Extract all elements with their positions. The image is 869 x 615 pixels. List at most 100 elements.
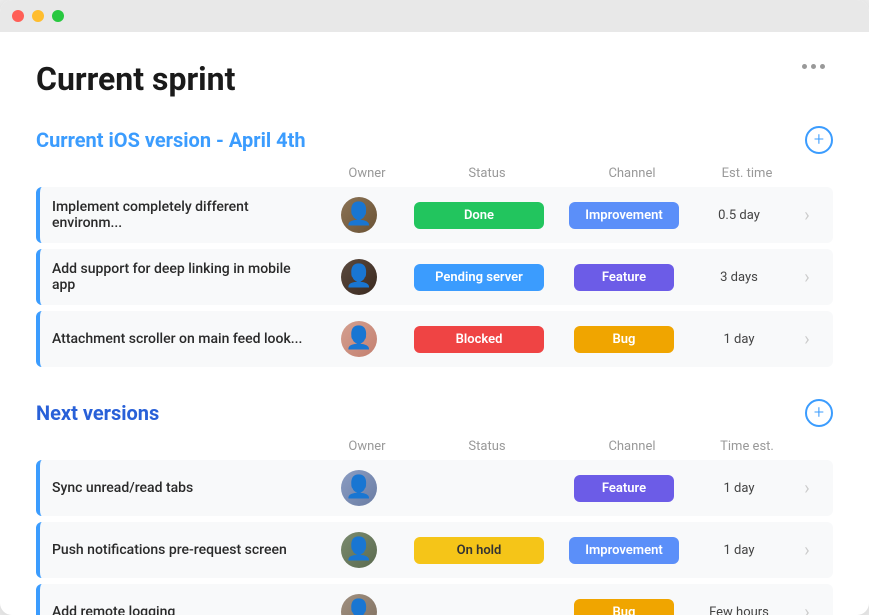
- col-task-header: [48, 166, 327, 181]
- row-action-button[interactable]: ›: [789, 478, 825, 499]
- avatar-face: [341, 197, 377, 233]
- task-label: Sync unread/read tabs: [40, 480, 319, 496]
- avatar-face: [341, 594, 377, 615]
- channel-badge[interactable]: Feature: [574, 475, 674, 502]
- row-action-button[interactable]: ›: [789, 329, 825, 350]
- time-cell: 1 day: [689, 332, 789, 347]
- owner-avatar: [319, 321, 399, 357]
- col-time-header: Est. time: [697, 166, 797, 181]
- row-action-button[interactable]: ›: [789, 602, 825, 615]
- minimize-button[interactable]: [32, 10, 44, 22]
- channel-cell: Bug: [559, 326, 689, 353]
- time-cell: 1 day: [689, 543, 789, 558]
- status-cell: [399, 606, 559, 615]
- channel-badge[interactable]: Improvement: [569, 537, 678, 564]
- time-cell: Few hours: [689, 605, 789, 615]
- channel-badge[interactable]: Bug: [574, 599, 674, 615]
- avatar: [341, 197, 377, 233]
- status-cell: [399, 482, 559, 494]
- avatar: [341, 594, 377, 615]
- status-badge[interactable]: On hold: [414, 537, 544, 564]
- status-badge: [414, 482, 544, 494]
- ios-add-button[interactable]: +: [805, 126, 833, 154]
- channel-cell: Bug: [559, 599, 689, 615]
- main-content: Current sprint Current iOS version - Apr…: [0, 32, 869, 615]
- dot3: [820, 64, 825, 69]
- table-row: Add support for deep linking in mobile a…: [36, 249, 833, 305]
- avatar-face: [341, 532, 377, 568]
- col-status-header: Status: [407, 439, 567, 454]
- col-owner-header: Owner: [327, 439, 407, 454]
- row-action-button[interactable]: ›: [789, 267, 825, 288]
- col-channel-header: Channel: [567, 166, 697, 181]
- avatar: [341, 470, 377, 506]
- maximize-button[interactable]: [52, 10, 64, 22]
- avatar-face: [341, 470, 377, 506]
- channel-badge[interactable]: Feature: [574, 264, 674, 291]
- owner-avatar: [319, 470, 399, 506]
- avatar: [341, 532, 377, 568]
- owner-avatar: [319, 197, 399, 233]
- channel-cell: Feature: [559, 264, 689, 291]
- col-task-header: [48, 439, 327, 454]
- page-header: Current sprint: [36, 60, 833, 98]
- table-row: Sync unread/read tabs Feature 1 day ›: [36, 460, 833, 516]
- ios-table-header: Owner Status Channel Est. time: [36, 166, 833, 187]
- task-label: Add support for deep linking in mobile a…: [40, 261, 319, 293]
- avatar: [341, 321, 377, 357]
- time-cell: 3 days: [689, 270, 789, 285]
- task-label: Push notifications pre-request screen: [40, 542, 319, 558]
- status-cell: Done: [399, 202, 559, 229]
- owner-avatar: [319, 532, 399, 568]
- task-label: Attachment scroller on main feed look...: [40, 331, 319, 347]
- avatar-face: [341, 259, 377, 295]
- status-cell: Pending server: [399, 264, 559, 291]
- task-label: Implement completely different environm.…: [40, 199, 319, 231]
- col-action-header: [797, 166, 833, 181]
- next-section-title: Next versions: [36, 401, 797, 425]
- app-window: Current sprint Current iOS version - Apr…: [0, 0, 869, 615]
- table-row: Push notifications pre-request screen On…: [36, 522, 833, 578]
- channel-badge[interactable]: Improvement: [569, 202, 678, 229]
- next-add-button[interactable]: +: [805, 399, 833, 427]
- channel-cell: Improvement: [559, 202, 689, 229]
- ios-section-title: Current iOS version - April 4th: [36, 128, 797, 152]
- owner-avatar: [319, 259, 399, 295]
- col-channel-header: Channel: [567, 439, 697, 454]
- more-options-button[interactable]: [794, 60, 833, 73]
- title-bar: [0, 0, 869, 32]
- row-action-button[interactable]: ›: [789, 540, 825, 561]
- avatar: [341, 259, 377, 295]
- status-badge[interactable]: Blocked: [414, 326, 544, 353]
- time-cell: 0.5 day: [689, 208, 789, 223]
- status-badge: [414, 606, 544, 615]
- table-row: Add remote logging Bug Few hours ›: [36, 584, 833, 615]
- status-badge[interactable]: Done: [414, 202, 544, 229]
- status-badge[interactable]: Pending server: [414, 264, 544, 291]
- page-title: Current sprint: [36, 60, 235, 98]
- next-section-header: Next versions +: [36, 399, 833, 427]
- channel-cell: Improvement: [559, 537, 689, 564]
- status-cell: Blocked: [399, 326, 559, 353]
- col-time-header: Time est.: [697, 439, 797, 454]
- col-action-header: [797, 439, 833, 454]
- time-cell: 1 day: [689, 481, 789, 496]
- table-row: Implement completely different environm.…: [36, 187, 833, 243]
- status-cell: On hold: [399, 537, 559, 564]
- channel-cell: Feature: [559, 475, 689, 502]
- col-status-header: Status: [407, 166, 567, 181]
- owner-avatar: [319, 594, 399, 615]
- next-section: Next versions + Owner Status Channel Tim…: [36, 399, 833, 615]
- dot2: [811, 64, 816, 69]
- ios-section-header: Current iOS version - April 4th +: [36, 126, 833, 154]
- dot1: [802, 64, 807, 69]
- task-label: Add remote logging: [40, 604, 319, 615]
- channel-badge[interactable]: Bug: [574, 326, 674, 353]
- close-button[interactable]: [12, 10, 24, 22]
- avatar-face: [341, 321, 377, 357]
- ios-section: Current iOS version - April 4th + Owner …: [36, 126, 833, 367]
- row-action-button[interactable]: ›: [789, 205, 825, 226]
- col-owner-header: Owner: [327, 166, 407, 181]
- next-table-header: Owner Status Channel Time est.: [36, 439, 833, 460]
- table-row: Attachment scroller on main feed look...…: [36, 311, 833, 367]
